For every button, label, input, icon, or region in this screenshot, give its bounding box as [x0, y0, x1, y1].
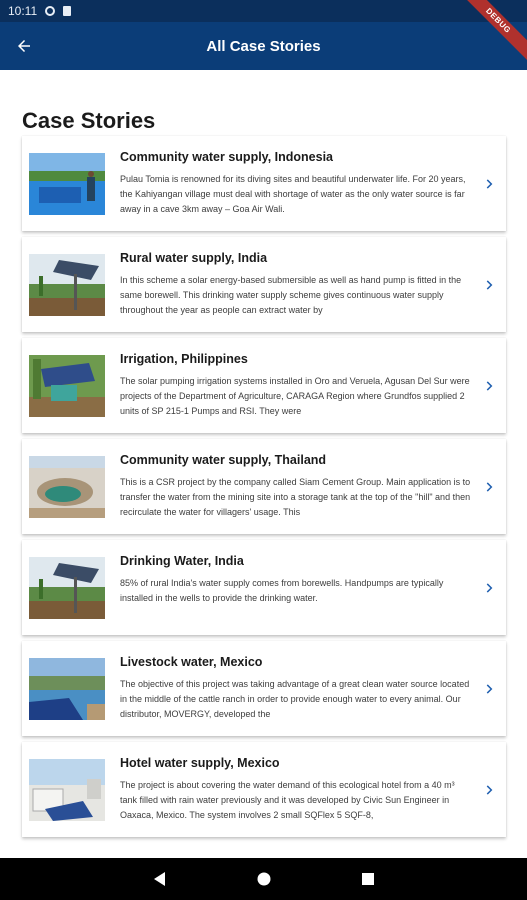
story-description: 85% of rural India's water supply comes … — [120, 578, 444, 603]
story-description: The objective of this project was taking… — [120, 679, 470, 719]
story-card[interactable]: Community water supply, Indonesia Pulau … — [22, 136, 506, 231]
back-button[interactable] — [0, 22, 48, 70]
story-card[interactable]: Hotel water supply, Mexico The project i… — [22, 742, 506, 837]
chevron-right-icon — [486, 178, 493, 189]
story-description: The project is about covering the water … — [120, 780, 455, 820]
story-title: Irrigation, Philippines — [120, 352, 248, 366]
nav-back-button[interactable] — [149, 868, 171, 890]
story-card[interactable]: Rural water supply, India In this scheme… — [22, 237, 506, 332]
story-text: Hotel water supply, Mexico The project i… — [120, 756, 474, 823]
battery-icon — [63, 6, 72, 16]
chevron-right-icon — [486, 481, 493, 492]
story-thumbnail — [29, 253, 105, 316]
nav-recents-button[interactable] — [357, 868, 379, 890]
story-thumbnail — [29, 556, 105, 619]
story-text: Livestock water, Mexico The objective of… — [120, 655, 474, 722]
story-title: Rural water supply, India — [120, 251, 268, 265]
chevron-right-icon — [486, 683, 493, 694]
status-time: 10:11 — [8, 4, 38, 18]
nav-home-icon — [257, 872, 270, 886]
story-title: Drinking Water, India — [120, 554, 244, 568]
nav-home-button[interactable] — [253, 868, 275, 890]
story-card[interactable]: Livestock water, Mexico The objective of… — [22, 641, 506, 736]
story-thumbnail — [29, 152, 105, 215]
story-title: Community water supply, Thailand — [120, 453, 327, 467]
status-bar: 10:11 — [0, 0, 527, 22]
nav-back-icon — [153, 872, 165, 886]
story-text: Irrigation, Philippines The solar pumpin… — [120, 352, 474, 419]
story-text: Drinking Water, India 85% of rural India… — [120, 554, 474, 621]
story-thumbnail — [29, 657, 105, 720]
story-card[interactable]: Community water supply, Thailand This is… — [22, 439, 506, 534]
system-nav-bar — [0, 858, 527, 900]
app-bar-title: All Case Stories — [206, 37, 321, 55]
story-thumbnail — [29, 758, 105, 821]
story-card[interactable]: Irrigation, Philippines The solar pumpin… — [22, 338, 506, 433]
story-title: Hotel water supply, Mexico — [120, 756, 280, 770]
nav-recents-icon — [361, 873, 374, 885]
page-title: Case Stories — [22, 108, 156, 133]
chevron-right-icon — [486, 784, 493, 795]
story-title: Livestock water, Mexico — [120, 655, 263, 669]
arrow-back-icon — [18, 40, 30, 52]
content-area: Case Stories Community water supply, Ind… — [0, 70, 527, 858]
story-description: Pulau Tomia is renowned for its diving s… — [120, 174, 466, 214]
story-text: Rural water supply, India In this scheme… — [120, 251, 474, 318]
story-thumbnail — [29, 354, 105, 417]
story-text: Community water supply, Indonesia Pulau … — [120, 150, 474, 217]
story-text: Community water supply, Thailand This is… — [120, 453, 474, 520]
chevron-right-icon — [486, 582, 493, 593]
story-description: This is a CSR project by the company cal… — [120, 477, 471, 517]
app-bar: All Case Stories — [0, 22, 527, 70]
story-description: In this scheme a solar energy-based subm… — [120, 275, 462, 315]
chevron-right-icon — [486, 380, 493, 391]
story-title: Community water supply, Indonesia — [120, 150, 333, 164]
chevron-right-icon — [486, 279, 493, 290]
story-list: Community water supply, Indonesia Pulau … — [22, 136, 506, 843]
story-thumbnail — [29, 455, 105, 518]
story-description: The solar pumping irrigation systems ins… — [120, 376, 470, 416]
story-card[interactable]: Drinking Water, India 85% of rural India… — [22, 540, 506, 635]
sync-icon — [45, 6, 56, 16]
